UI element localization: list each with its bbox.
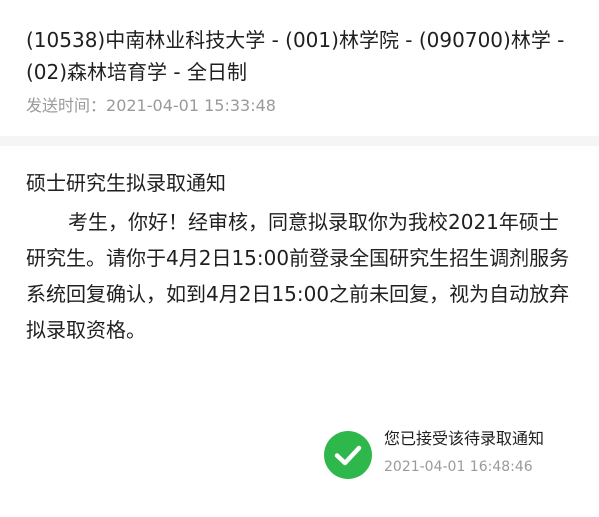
- message-subject: (10538)中南林业科技大学 - (001)林学院 - (090700)林学 …: [26, 28, 565, 84]
- sent-time-value: 2021-04-01 15:33:48: [106, 96, 276, 115]
- notice-title: 硕士研究生拟录取通知: [26, 171, 226, 195]
- notice-body: 考生，你好！经审核，同意拟录取你为我校2021年硕士研究生。请你于4月2日15:…: [26, 210, 570, 342]
- message-sent-time-row: 发送时间：2021-04-01 15:33:48: [26, 94, 276, 118]
- sent-time-label: 发送时间：: [26, 96, 107, 115]
- acceptance-status-text: 您已接受该待录取通知: [384, 429, 545, 448]
- check-circle-icon: [324, 431, 372, 479]
- message-header: (10538)中南林业科技大学 - (001)林学院 - (090700)林学 …: [0, 0, 599, 136]
- acceptance-time: 2021-04-01 16:48:46: [384, 459, 533, 475]
- acceptance-status: 您已接受该待录取通知 2021-04-01 16:48:46: [322, 426, 592, 486]
- notice-card: 硕士研究生拟录取通知 考生，你好！经审核，同意拟录取你为我校2021年硕士研究生…: [0, 146, 599, 517]
